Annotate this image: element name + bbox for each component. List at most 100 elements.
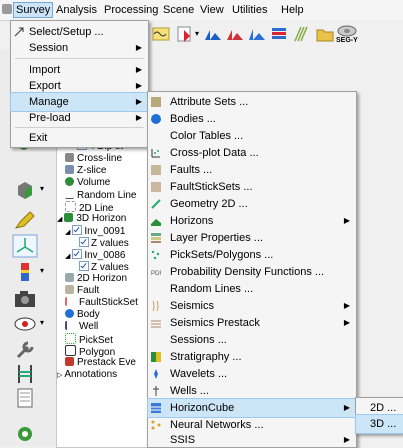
chevron-down-icon[interactable]: ▾ [40,184,44,193]
menu-item-seismics[interactable]: Seismics ▶ [148,297,356,315]
tree-item-horizon[interactable]: ◢ Inv_0086 [65,249,125,261]
chevron-down-icon[interactable]: ◢ [65,229,72,236]
eye-icon[interactable] [12,312,38,336]
separator [15,58,144,59]
document-icon[interactable] [12,386,38,410]
chevron-down-icon[interactable]: ▾ [40,266,44,275]
chevron-right-icon: ▶ [343,318,350,327]
tree-item-annotations[interactable]: ▷ Annotations [57,369,117,381]
checkbox-icon[interactable] [79,261,89,271]
tree-item-3d-horizon[interactable]: ◢ 3D Horizon [57,213,126,225]
pickset-icon [65,333,76,344]
tree-item-well[interactable]: Well [65,321,98,333]
prestack-icon [151,320,161,328]
chevron-down-icon[interactable]: ◢ [57,216,64,223]
wells-icon [153,386,159,396]
tree-item-fault[interactable]: Fault [65,285,99,297]
menu-item-sessions[interactable]: Sessions ... [148,331,356,349]
menu-item-exit[interactable]: Exit [11,129,148,147]
settings-icon[interactable] [12,422,38,446]
separator [15,127,144,128]
horizon-blue2-icon[interactable] [248,24,266,44]
well-log-icon[interactable] [12,362,38,386]
menu-item-horizons[interactable]: Horizons ▶ [148,212,356,230]
tree-item-z-slice[interactable]: Z-slice [65,165,106,177]
tree-item-prestack-events[interactable]: Prestack Eve [65,357,136,369]
checkbox-icon[interactable] [72,249,83,259]
cube-icon[interactable] [12,178,38,202]
tree-item-z-values[interactable]: Z values [79,261,129,273]
menu-item-layer-properties[interactable]: Layer Properties ... [148,229,356,247]
tree-item-random-line[interactable]: Random Line [65,189,136,201]
menu-item-faults[interactable]: Faults ... [148,161,356,179]
attribute-sets-icon [151,97,161,107]
pencil-icon[interactable] [12,208,38,232]
folder-icon[interactable] [316,24,334,44]
menu-utilities[interactable]: Utilities [232,3,267,17]
stratigraphy-icon[interactable] [270,24,288,44]
stratigraphy-icon [151,352,161,362]
chevron-down-icon[interactable]: ◢ [65,253,72,260]
axes-icon[interactable] [12,234,38,258]
tree-item-horizon[interactable]: ◢ Inv_0091 [65,225,125,237]
tree-item-faultstickset[interactable]: FaultStickSet [65,297,138,309]
import-icon[interactable] [176,24,194,44]
menu-survey[interactable]: Survey [13,2,54,18]
wave-data-icon[interactable] [152,24,170,44]
horizon-blue-icon[interactable] [204,24,222,44]
menu-analysis[interactable]: Analysis [56,3,97,17]
menu-item-color-tables[interactable]: Color Tables ... [148,127,356,145]
survey-menu: Select/Setup ... Session ▶ Import ▶ Export… [10,20,149,148]
tree-item-2d-horizon[interactable]: 2D Horizon [65,273,127,285]
menu-scene[interactable]: Scene [163,3,194,17]
horizoncube-submenu: 2D ... 3D ... [355,397,403,434]
menu-item-pdf[interactable]: PDFProbability Density Functions ... [148,263,356,281]
menu-item-ssis[interactable]: SSIS ▶ [148,433,356,447]
camera-icon[interactable] [12,286,38,310]
prestack-icon [65,357,74,366]
menu-item-session[interactable]: Session ▶ [11,39,148,57]
menu-view[interactable]: View [200,3,224,17]
menu-item-faultsticksets[interactable]: FaultStickSets ... [148,178,356,196]
checkbox-icon[interactable] [79,237,89,247]
horizon-red-icon[interactable] [226,24,244,44]
menu-item-horizoncube[interactable]: HorizonCube ▶ [147,398,357,418]
menu-item-horizoncube-3d[interactable]: 3D ... [355,414,403,434]
menu-item-wavelets[interactable]: Wavelets ... [148,365,356,383]
menu-item-pre-load[interactable]: Pre-load ▶ [11,109,148,127]
tree-item-body[interactable]: Body [65,309,100,321]
segy-import-button[interactable]: SEG-Y [335,24,359,48]
menu-processing[interactable]: Processing [104,3,158,17]
wrench-icon[interactable] [12,338,38,362]
faults-icon [151,165,161,175]
menu-item-seismics-prestack[interactable]: Seismics Prestack ▶ [148,314,356,332]
menu-item-wells[interactable]: Wells ... [148,382,356,400]
horizon-icon [64,213,74,222]
app-icon [2,4,12,14]
chevron-right-icon: ▶ [343,216,350,225]
tree-item-polygon[interactable]: Polygon [65,345,115,358]
tree-item-volume[interactable]: Volume [65,177,110,189]
colorbar-icon[interactable] [12,260,38,284]
menu-item-random-lines[interactable]: Random Lines ... [148,280,356,298]
tree-item-cross-line[interactable]: Cross-line [65,153,122,165]
chevron-right-icon: ▶ [343,435,350,444]
menu-item-neural-networks[interactable]: Neural Networks ... [148,416,356,434]
checkbox-icon[interactable] [72,225,83,235]
menu-item-stratigraphy[interactable]: Stratigraphy ... [148,348,356,366]
chevron-down-icon[interactable]: ▾ [195,29,199,38]
menu-item-bodies[interactable]: Bodies ... [148,110,356,128]
tree-item-2d-line[interactable]: 2D Line [65,201,113,214]
menu-item-attribute-sets[interactable]: Attribute Sets ... [148,93,356,111]
fault-sticks-icon[interactable] [292,24,310,44]
menu-item-picksets-polygons[interactable]: PickSets/Polygons ... [148,246,356,264]
tree-item-z-values[interactable]: Z values [79,237,129,249]
crossplot-icon [151,149,160,158]
menu-item-geometry-2d[interactable]: Geometry 2D ... [148,195,356,213]
menu-help[interactable]: Help [281,3,304,17]
chevron-down-icon[interactable]: ▾ [40,318,44,327]
polygon-icon [65,345,76,356]
svg-text:PDF: PDF [151,271,161,277]
tree-item-pickset[interactable]: PickSet [65,333,113,346]
menu-item-cross-plot-data[interactable]: Cross-plot Data ... [148,144,356,162]
